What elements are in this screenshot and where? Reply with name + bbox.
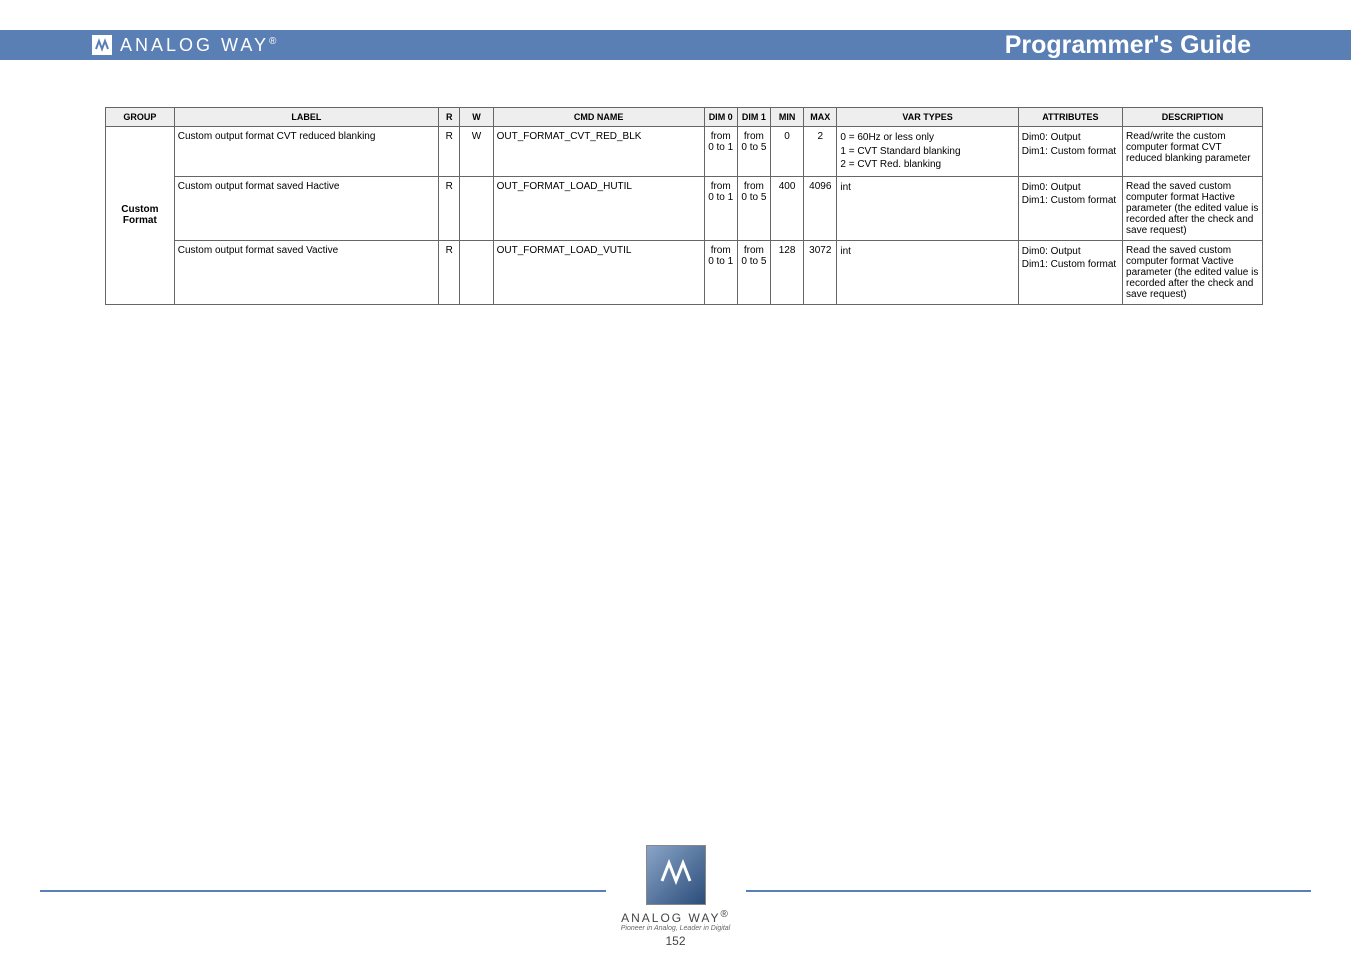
brand-logo: ANALOG WAY®	[92, 35, 279, 56]
cell-r: R	[439, 240, 460, 304]
brand-name: ANALOG WAY	[120, 35, 269, 55]
group-cell: Custom Format	[106, 127, 175, 305]
col-attr: ATTRIBUTES	[1018, 108, 1122, 127]
cell-desc: Read the saved custom computer format Va…	[1123, 240, 1263, 304]
cell-attr: Dim0: Output Dim1: Custom format	[1018, 127, 1122, 177]
table-row: Custom output format saved HactiveR OUT_F…	[106, 176, 1263, 240]
cell-label: Custom output format saved Hactive	[174, 176, 438, 240]
footer-wave-icon	[659, 855, 693, 895]
cell-w	[460, 176, 493, 240]
cell-label: Custom output format saved Vactive	[174, 240, 438, 304]
cell-max: 3072	[804, 240, 837, 304]
brand-icon	[92, 35, 112, 55]
col-max: MAX	[804, 108, 837, 127]
cell-cmd: OUT_FORMAT_LOAD_HUTIL	[493, 176, 704, 240]
col-types: VAR TYPES	[837, 108, 1018, 127]
cell-dim1: from 0 to 5	[737, 127, 770, 177]
page-title: Programmer's Guide	[1005, 31, 1251, 60]
cell-types: int	[837, 240, 1018, 304]
cell-min: 400	[770, 176, 803, 240]
col-min: MIN	[770, 108, 803, 127]
table-row: Custom output format saved VactiveR OUT_F…	[106, 240, 1263, 304]
cell-max: 4096	[804, 176, 837, 240]
col-dim1: DIM 1	[737, 108, 770, 127]
col-dim0: DIM 0	[704, 108, 737, 127]
footer-tagline: Pioneer in Analog, Leader in Digital	[621, 925, 730, 932]
cell-attr: Dim0: Output Dim1: Custom format	[1018, 240, 1122, 304]
cell-types: int	[837, 176, 1018, 240]
cell-dim1: from 0 to 5	[737, 176, 770, 240]
cell-r: R	[439, 176, 460, 240]
page-number: 152	[665, 934, 685, 948]
cell-dim0: from 0 to 1	[704, 240, 737, 304]
col-desc: DESCRIPTION	[1123, 108, 1263, 127]
footer-line-left	[40, 890, 606, 892]
brand-reg: ®	[269, 36, 279, 47]
col-r: R	[439, 108, 460, 127]
cell-min: 128	[770, 240, 803, 304]
footer: ANALOG WAY® Pioneer in Analog, Leader in…	[40, 845, 1311, 932]
table-row: Custom FormatCustom output format CVT re…	[106, 127, 1263, 177]
cell-min: 0	[770, 127, 803, 177]
table-header: GROUP LABEL R W CMD NAME DIM 0 DIM 1 MIN…	[106, 108, 1263, 127]
brand-text: ANALOG WAY®	[120, 35, 279, 56]
cell-desc: Read/write the custom computer format CV…	[1123, 127, 1263, 177]
cell-desc: Read the saved custom computer format Ha…	[1123, 176, 1263, 240]
cell-label: Custom output format CVT reduced blankin…	[174, 127, 438, 177]
header-bar: ANALOG WAY® Programmer's Guide	[0, 30, 1351, 60]
footer-brand-reg: ®	[720, 909, 729, 920]
cell-dim0: from 0 to 1	[704, 176, 737, 240]
cell-dim0: from 0 to 1	[704, 127, 737, 177]
table-body: Custom FormatCustom output format CVT re…	[106, 127, 1263, 305]
footer-brand-name: ANALOG WAY	[621, 911, 720, 925]
footer-logo-box	[646, 845, 706, 905]
cell-cmd: OUT_FORMAT_LOAD_VUTIL	[493, 240, 704, 304]
wave-icon	[659, 855, 693, 889]
cell-w: W	[460, 127, 493, 177]
cell-attr: Dim0: Output Dim1: Custom format	[1018, 176, 1122, 240]
col-w: W	[460, 108, 493, 127]
wave-icon	[95, 38, 109, 52]
col-label: LABEL	[174, 108, 438, 127]
commands-table-wrap: GROUP LABEL R W CMD NAME DIM 0 DIM 1 MIN…	[105, 107, 1263, 305]
footer-logo: ANALOG WAY® Pioneer in Analog, Leader in…	[606, 845, 746, 932]
col-cmd: CMD NAME	[493, 108, 704, 127]
cell-cmd: OUT_FORMAT_CVT_RED_BLK	[493, 127, 704, 177]
cell-dim1: from 0 to 5	[737, 240, 770, 304]
cell-r: R	[439, 127, 460, 177]
commands-table: GROUP LABEL R W CMD NAME DIM 0 DIM 1 MIN…	[105, 107, 1263, 305]
cell-max: 2	[804, 127, 837, 177]
footer-brand: ANALOG WAY®	[621, 909, 730, 925]
footer-line-right	[746, 890, 1312, 892]
cell-types: 0 = 60Hz or less only 1 = CVT Standard b…	[837, 127, 1018, 177]
col-group: GROUP	[106, 108, 175, 127]
cell-w	[460, 240, 493, 304]
